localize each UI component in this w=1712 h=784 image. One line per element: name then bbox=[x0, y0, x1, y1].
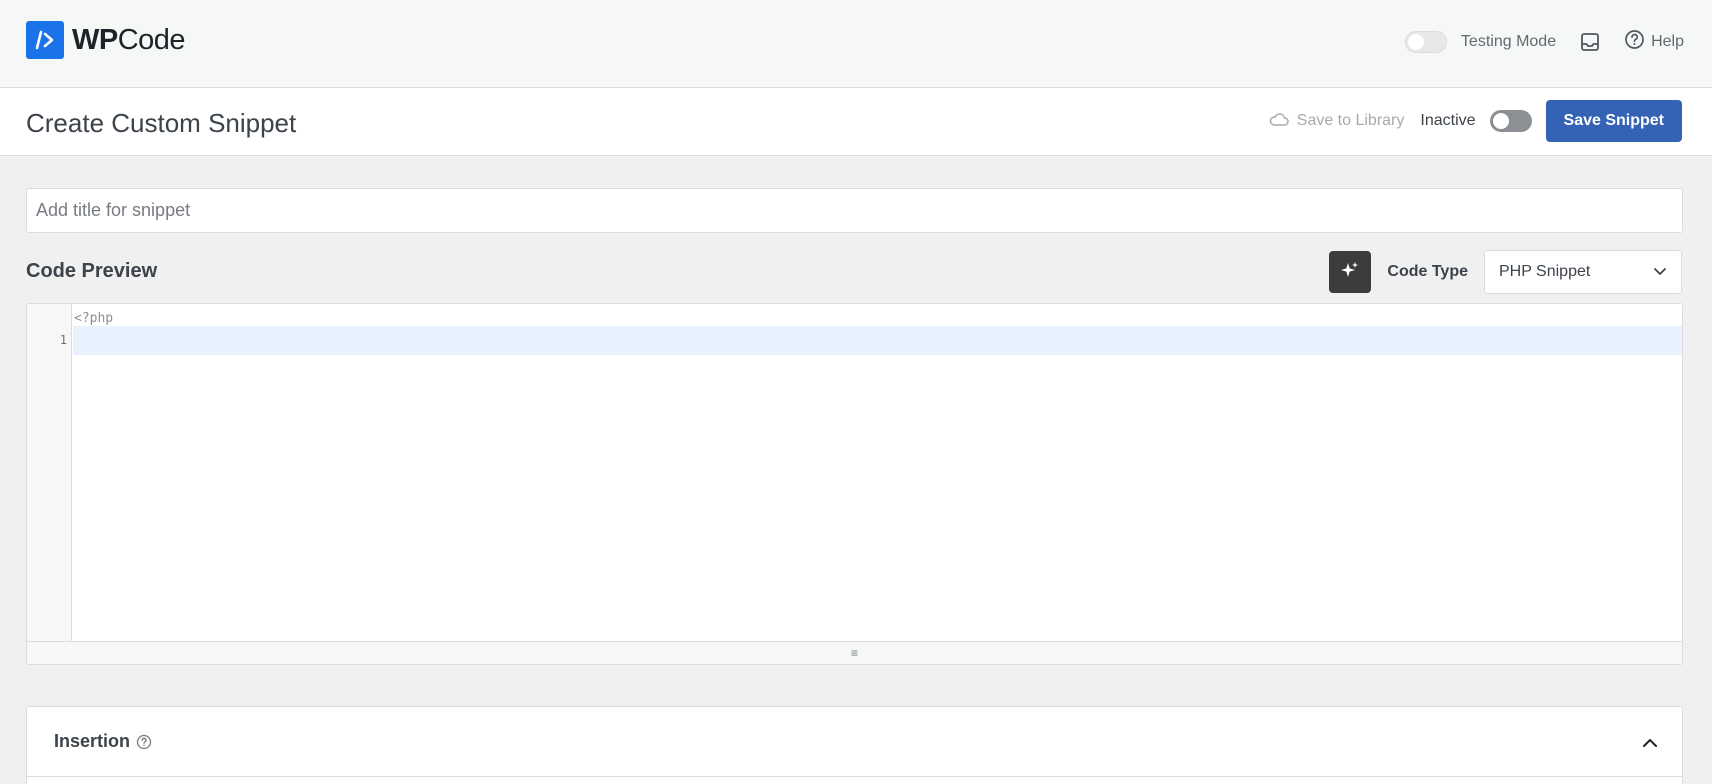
testing-mode-label: Testing Mode bbox=[1460, 33, 1557, 50]
snippet-title-input[interactable] bbox=[26, 188, 1683, 233]
question-icon[interactable] bbox=[136, 734, 152, 750]
code-preview-heading: Code Preview bbox=[26, 260, 158, 282]
ai-generate-button[interactable] bbox=[1329, 251, 1372, 293]
code-type-select[interactable]: PHP Snippet bbox=[1484, 250, 1682, 294]
help-link[interactable]: Help bbox=[1624, 29, 1684, 55]
save-to-library-button[interactable]: Save to Library bbox=[1269, 112, 1405, 131]
logo-code-icon bbox=[26, 21, 64, 59]
insertion-panel-header[interactable]: Insertion bbox=[27, 707, 1682, 777]
code-tools: Code Type PHP Snippet bbox=[1329, 250, 1682, 294]
chevron-down-icon bbox=[1653, 263, 1667, 281]
php-open-tag: <?php bbox=[74, 311, 114, 326]
line-number: 1 bbox=[59, 333, 67, 347]
chevron-up-icon[interactable] bbox=[1642, 735, 1658, 753]
logo-text: WPCode bbox=[72, 23, 186, 56]
status-label: Inactive bbox=[1420, 112, 1476, 129]
line-gutter: 1 bbox=[27, 304, 72, 642]
help-circle-icon bbox=[1624, 29, 1645, 55]
inbox-icon[interactable] bbox=[1580, 32, 1600, 52]
wpcode-logo[interactable]: WPCode bbox=[26, 21, 186, 59]
sparkle-icon bbox=[1340, 260, 1360, 285]
active-toggle[interactable] bbox=[1489, 110, 1532, 132]
testing-mode-toggle[interactable] bbox=[1404, 31, 1447, 53]
header-actions: Save to Library Inactive Save Snippet bbox=[1269, 100, 1682, 142]
editor-resize-handle[interactable]: ≡ bbox=[27, 641, 1682, 664]
save-snippet-button[interactable]: Save Snippet bbox=[1545, 100, 1682, 142]
resize-handle-glyph: ≡ bbox=[850, 646, 858, 660]
cloud-icon bbox=[1269, 112, 1289, 131]
insertion-panel: Insertion bbox=[26, 706, 1683, 784]
insertion-title: Insertion bbox=[54, 731, 131, 751]
code-editor[interactable]: 1 <?php ≡ bbox=[26, 303, 1683, 665]
snippet-header: Create Custom Snippet Save to Library In… bbox=[0, 88, 1712, 156]
code-type-value: PHP Snippet bbox=[1499, 263, 1591, 280]
active-line-highlight bbox=[73, 326, 1682, 355]
page-title: Create Custom Snippet bbox=[26, 108, 297, 138]
help-label: Help bbox=[1651, 33, 1684, 50]
top-actions: Testing Mode Help bbox=[1404, 27, 1684, 57]
top-bar: WPCode Testing Mode Help bbox=[0, 0, 1712, 88]
save-to-library-label: Save to Library bbox=[1296, 112, 1405, 129]
code-type-label: Code Type bbox=[1387, 263, 1468, 280]
